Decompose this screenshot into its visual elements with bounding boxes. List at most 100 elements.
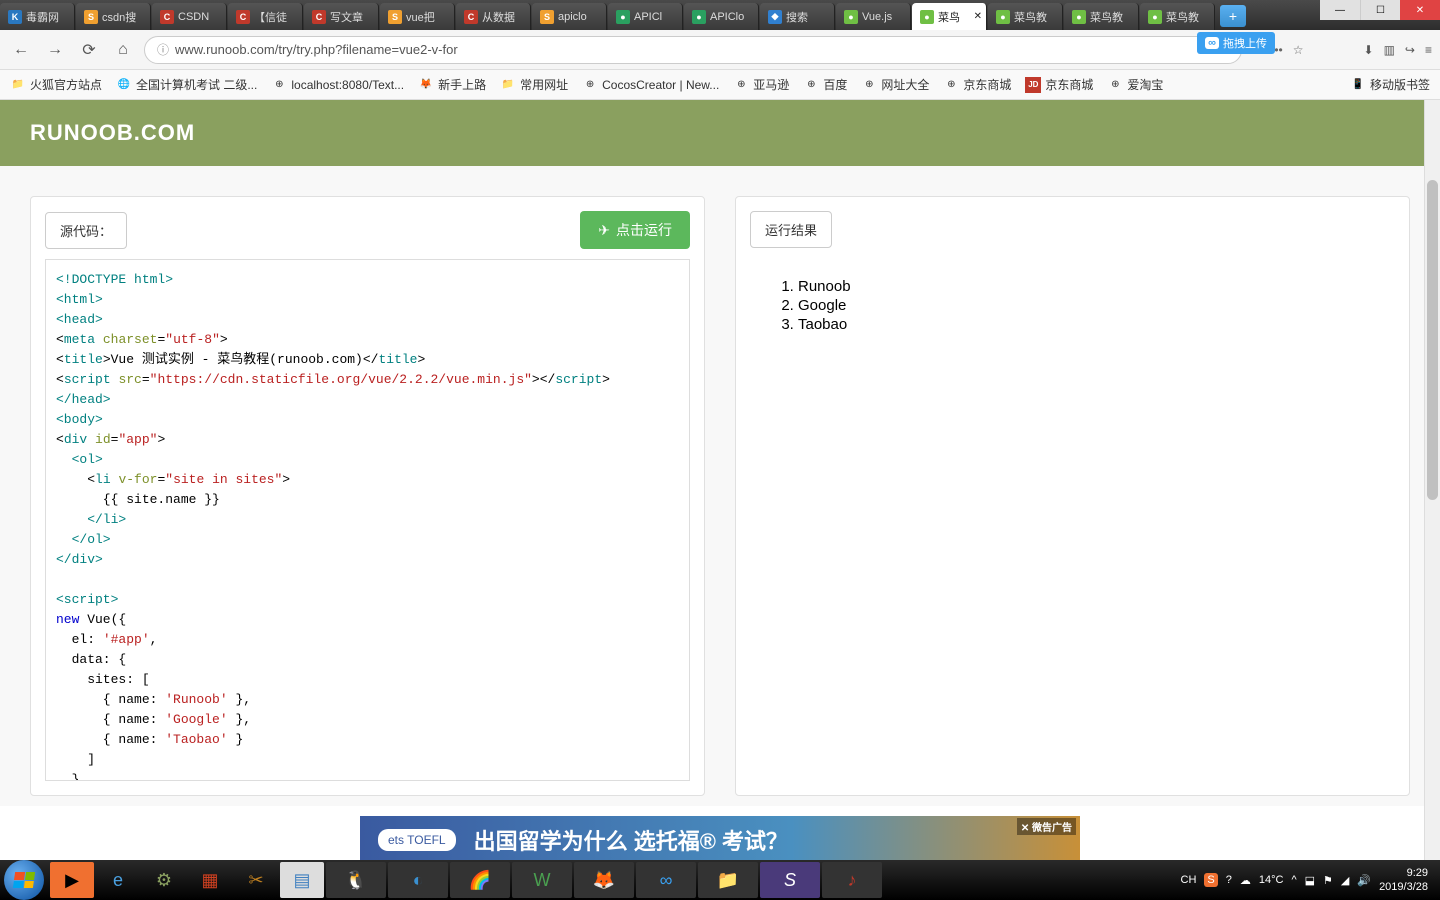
bookmark-item[interactable]: ⊕localhost:8080/Text... xyxy=(271,77,404,93)
browser-tabs-bar: K毒霸网Scsdn搜CCSDNC【信徒C写文章Svue把C从数据Sapiclo●… xyxy=(0,0,1440,30)
tray-date[interactable]: 2019/3/28 xyxy=(1379,880,1428,894)
bookmark-item[interactable]: 📁火狐官方站点 xyxy=(10,76,102,93)
browser-tab[interactable]: ●菜鸟教 xyxy=(1064,3,1139,30)
tray-flag-icon[interactable]: ⚑ xyxy=(1323,874,1333,887)
browser-tab[interactable]: C写文章 xyxy=(304,3,379,30)
bookmark-item[interactable]: 🌐全国计算机考试 二级... xyxy=(116,76,257,93)
task-qq[interactable]: 🐧 xyxy=(326,862,386,898)
reload-button[interactable]: ⟳ xyxy=(76,37,102,63)
ad-close-label[interactable]: ✕ 微告广告 xyxy=(1017,818,1076,835)
tab-favicon: S xyxy=(84,10,98,24)
page-scrollbar[interactable] xyxy=(1424,100,1440,860)
browser-tab[interactable]: ●APIClo xyxy=(684,3,759,30)
task-snip[interactable]: ✂ xyxy=(234,862,278,898)
task-baidu-disk[interactable]: ∞ xyxy=(636,862,696,898)
browser-tab[interactable]: C【信徒 xyxy=(228,3,303,30)
bookmark-icon: ⊕ xyxy=(271,77,287,93)
bookmark-icon: 🦊 xyxy=(418,77,434,93)
task-sogou[interactable]: ◐ xyxy=(388,862,448,898)
browser-tab[interactable]: ◆搜索 xyxy=(760,3,835,30)
bookmark-item[interactable]: 📁常用网址 xyxy=(500,76,568,93)
browser-tab[interactable]: ●菜鸟教 xyxy=(988,3,1063,30)
browser-tab[interactable]: ●APICl xyxy=(608,3,683,30)
bookmark-icon: ⊕ xyxy=(803,77,819,93)
browser-tab[interactable]: ●Vue.js xyxy=(836,3,911,30)
page-scroll-thumb[interactable] xyxy=(1427,180,1438,500)
code-editor[interactable]: <!DOCTYPE html> <html> <head> <meta char… xyxy=(45,259,690,781)
task-firefox[interactable]: 🦊 xyxy=(574,862,634,898)
run-button[interactable]: ✈ 点击运行 xyxy=(580,211,690,249)
tray-wifi-icon[interactable]: ◢ xyxy=(1341,874,1349,887)
ad-banner[interactable]: ets TOEFL 出国留学为什么 选托福® 考试？ ✕ 微告广告 xyxy=(360,816,1080,864)
browser-tab[interactable]: C从数据 xyxy=(456,3,531,30)
browser-tab[interactable]: Svue把 xyxy=(380,3,455,30)
window-close-button[interactable]: ✕ xyxy=(1400,0,1440,20)
tab-label: 菜鸟 xyxy=(938,9,960,25)
window-maximize-button[interactable]: ☐ xyxy=(1360,0,1400,20)
source-panel: 源代码： ✈ 点击运行 <!DOCTYPE html> <html> <head… xyxy=(30,196,705,796)
system-tray[interactable]: CH S ? ☁ 14°C ^ ⬓ ⚑ ◢ 🔊 9:29 2019/3/28 xyxy=(1181,866,1437,894)
bookmark-item[interactable]: ⊕亚马逊 xyxy=(733,76,789,93)
task-calc[interactable]: ▤ xyxy=(280,862,324,898)
home-button[interactable]: ⌂ xyxy=(110,37,136,63)
task-powerpoint[interactable]: ▦ xyxy=(188,862,232,898)
tab-label: apiclo xyxy=(558,11,587,23)
start-button[interactable] xyxy=(4,860,44,900)
back-button[interactable]: ← xyxy=(8,37,34,63)
tab-label: APICl xyxy=(634,11,662,23)
source-code-label: 源代码： xyxy=(45,212,127,249)
menu-icon[interactable]: ≡ xyxy=(1425,43,1432,57)
bookmark-item[interactable]: ⊕网址大全 xyxy=(861,76,929,93)
task-explorer[interactable]: 📁 xyxy=(698,862,758,898)
bookmarks-bar: 📁火狐官方站点 🌐全国计算机考试 二级... ⊕localhost:8080/Tex… xyxy=(0,70,1440,100)
bookmark-label: CocosCreator | New... xyxy=(602,78,719,92)
tray-ime[interactable]: CH xyxy=(1181,874,1197,886)
tray-shield-icon[interactable]: ⬓ xyxy=(1305,874,1315,887)
tray-cloud-icon[interactable]: ☁ xyxy=(1240,874,1251,887)
upload-extension-pill[interactable]: ∞ 拖拽上传 xyxy=(1197,32,1275,54)
browser-tab[interactable]: CCSDN xyxy=(152,3,227,30)
star-icon[interactable]: ☆ xyxy=(1293,43,1304,57)
new-tab-button[interactable]: + xyxy=(1220,5,1246,27)
tray-volume-icon[interactable]: 🔊 xyxy=(1357,874,1371,887)
tray-sogou-icon[interactable]: S xyxy=(1204,873,1217,887)
task-chrome[interactable]: 🌈 xyxy=(450,862,510,898)
bookmark-mobile[interactable]: 📱移动版书签 xyxy=(1350,76,1430,93)
share-icon[interactable]: ↪ xyxy=(1405,43,1415,57)
task-ie[interactable]: e xyxy=(96,862,140,898)
bookmark-label: 亚马逊 xyxy=(753,76,789,93)
bookmark-item[interactable]: ⊕CocosCreator | New... xyxy=(582,77,719,93)
result-output: RunoobGoogleTaobao xyxy=(750,258,1395,781)
tray-time[interactable]: 9:29 xyxy=(1379,866,1428,880)
tab-label: Vue.js xyxy=(862,11,892,23)
tray-chevron-icon[interactable]: ^ xyxy=(1291,874,1296,886)
browser-tab[interactable]: Sapiclo xyxy=(532,3,607,30)
site-logo[interactable]: RUNOOB.COM xyxy=(30,120,195,146)
bookmark-item[interactable]: ⊕爱淘宝 xyxy=(1107,76,1163,93)
bookmark-item[interactable]: JD京东商城 xyxy=(1025,76,1093,93)
url-bar[interactable]: ⓘ www.runoob.com/try/try.php?filename=vu… xyxy=(144,36,1242,64)
tray-weather[interactable]: 14°C xyxy=(1259,874,1284,886)
forward-button[interactable]: → xyxy=(42,37,68,63)
browser-tab[interactable]: Scsdn搜 xyxy=(76,3,151,30)
browser-tab[interactable]: ●菜鸟教 xyxy=(1140,3,1215,30)
cloud-icon: ∞ xyxy=(1205,37,1219,49)
window-minimize-button[interactable]: — xyxy=(1320,0,1360,20)
bookmark-item[interactable]: 🦊新手上路 xyxy=(418,76,486,93)
tab-close-icon[interactable]: ✕ xyxy=(974,11,982,22)
bookmark-icon: ⊕ xyxy=(943,77,959,93)
task-music[interactable]: ♪ xyxy=(822,862,882,898)
task-media-player[interactable]: ▶ xyxy=(50,862,94,898)
bookmark-item[interactable]: ⊕京东商城 xyxy=(943,76,1011,93)
tab-label: 【信徒 xyxy=(254,9,287,25)
task-app-1[interactable]: ⚙ xyxy=(142,862,186,898)
download-icon[interactable]: ⬇ xyxy=(1364,43,1374,57)
library-icon[interactable]: ▥ xyxy=(1384,43,1395,57)
bookmark-item[interactable]: ⊕百度 xyxy=(803,76,847,93)
browser-tab[interactable]: K毒霸网 xyxy=(0,3,75,30)
run-button-label: 点击运行 xyxy=(616,220,672,240)
task-wps[interactable]: W xyxy=(512,862,572,898)
browser-tab[interactable]: ●菜鸟✕ xyxy=(912,3,987,30)
tray-help-icon[interactable]: ? xyxy=(1226,874,1232,886)
task-editor[interactable]: S xyxy=(760,862,820,898)
